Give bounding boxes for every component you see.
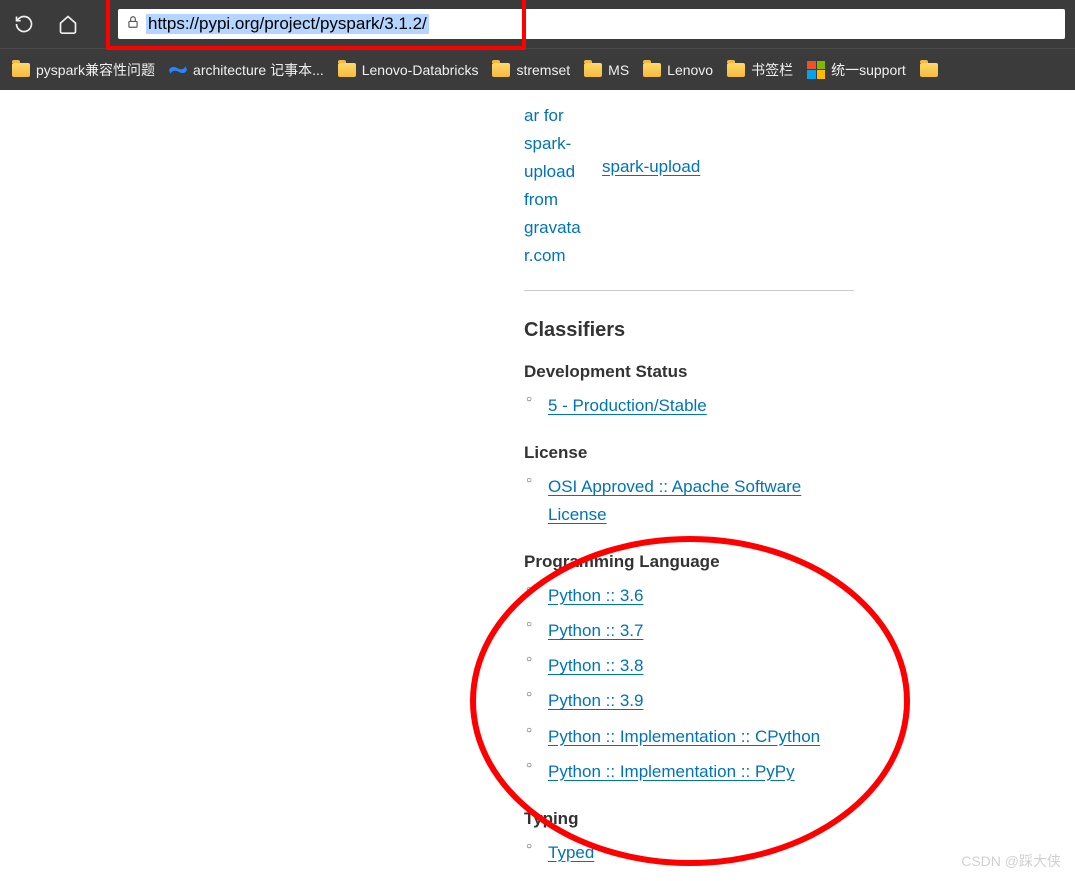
- bookmark-item[interactable]: architecture 记事本...: [169, 60, 324, 80]
- list-item: Python :: 3.6: [548, 578, 854, 613]
- list-item: Typed: [548, 835, 854, 870]
- classifier-list: OSI Approved :: Apache Software License: [524, 469, 854, 531]
- folder-icon: [492, 63, 510, 77]
- confluence-icon: [169, 61, 187, 79]
- list-item: Python :: 3.7: [548, 613, 854, 648]
- classifier-group-programming-language: Programming Language Python :: 3.6 Pytho…: [524, 552, 854, 789]
- classifier-title: Development Status: [524, 362, 854, 382]
- bookmarks-bar: pyspark兼容性问题 architecture 记事本... Lenovo-…: [0, 48, 1075, 90]
- bookmark-item[interactable]: Lenovo: [643, 62, 713, 78]
- section-divider: [524, 290, 854, 291]
- refresh-button[interactable]: [10, 10, 38, 38]
- list-item: OSI Approved :: Apache Software License: [548, 469, 854, 531]
- classifier-link[interactable]: Python :: 3.8: [548, 656, 643, 675]
- bookmark-label: MS: [608, 62, 629, 78]
- classifier-link[interactable]: Python :: Implementation :: CPython: [548, 727, 820, 746]
- browser-chrome: https://pypi.org/project/pyspark/3.1.2/ …: [0, 0, 1075, 90]
- bookmark-item-overflow[interactable]: [920, 63, 938, 77]
- classifier-list: Python :: 3.6 Python :: 3.7 Python :: 3.…: [524, 578, 854, 789]
- bookmark-item[interactable]: 统一support: [807, 60, 906, 80]
- lock-icon: [126, 15, 140, 34]
- classifier-title: Typing: [524, 809, 854, 829]
- classifier-list: Typed: [524, 835, 854, 870]
- bookmark-item[interactable]: Lenovo-Databricks: [338, 62, 479, 78]
- maintainer-section: ar for spark-upload from gravatar.com sp…: [524, 102, 854, 270]
- list-item: Python :: Implementation :: CPython: [548, 719, 854, 754]
- folder-icon: [920, 63, 938, 77]
- list-item: Python :: 3.8: [548, 648, 854, 683]
- classifier-link[interactable]: Python :: 3.9: [548, 691, 643, 710]
- content-column: ar for spark-upload from gravatar.com sp…: [524, 90, 854, 870]
- home-button[interactable]: [54, 10, 82, 38]
- classifier-group-license: License OSI Approved :: Apache Software …: [524, 443, 854, 531]
- bookmark-label: 统一support: [831, 60, 906, 80]
- url-text[interactable]: https://pypi.org/project/pyspark/3.1.2/: [146, 14, 429, 34]
- bookmark-label: 书签栏: [751, 60, 793, 80]
- classifier-link[interactable]: Python :: 3.7: [548, 621, 643, 640]
- bookmark-label: pyspark兼容性问题: [36, 60, 155, 80]
- classifier-link[interactable]: OSI Approved :: Apache Software License: [548, 477, 801, 523]
- bookmark-label: architecture 记事本...: [193, 60, 324, 80]
- avatar-alt-text: ar for spark-upload from gravatar.com: [524, 102, 584, 270]
- classifier-group-typing: Typing Typed: [524, 809, 854, 870]
- bookmark-label: Lenovo: [667, 62, 713, 78]
- url-bar[interactable]: https://pypi.org/project/pyspark/3.1.2/: [118, 9, 1065, 39]
- bookmark-item[interactable]: MS: [584, 62, 629, 78]
- classifiers-heading: Classifiers: [524, 319, 854, 342]
- list-item: Python :: 3.9: [548, 683, 854, 718]
- list-item: 5 - Production/Stable: [548, 388, 854, 423]
- bookmark-item[interactable]: stremset: [492, 62, 570, 78]
- classifier-link[interactable]: 5 - Production/Stable: [548, 396, 707, 415]
- folder-icon: [643, 63, 661, 77]
- url-bar-container: https://pypi.org/project/pyspark/3.1.2/: [118, 9, 1065, 39]
- folder-icon: [727, 63, 745, 77]
- browser-top-bar: https://pypi.org/project/pyspark/3.1.2/: [0, 0, 1075, 48]
- classifier-list: 5 - Production/Stable: [524, 388, 854, 423]
- bookmark-item[interactable]: pyspark兼容性问题: [12, 60, 155, 80]
- folder-icon: [584, 63, 602, 77]
- classifier-title: License: [524, 443, 854, 463]
- watermark: CSDN @踩大侠: [961, 851, 1061, 871]
- bookmark-label: Lenovo-Databricks: [362, 62, 479, 78]
- classifier-link[interactable]: Typed: [548, 843, 594, 862]
- list-item: Python :: Implementation :: PyPy: [548, 754, 854, 789]
- microsoft-icon: [807, 61, 825, 79]
- classifier-link[interactable]: Python :: Implementation :: PyPy: [548, 762, 795, 781]
- bookmark-label: stremset: [516, 62, 570, 78]
- classifier-link[interactable]: Python :: 3.6: [548, 586, 643, 605]
- bookmark-item[interactable]: 书签栏: [727, 60, 793, 80]
- folder-icon: [338, 63, 356, 77]
- page-content: ar for spark-upload from gravatar.com sp…: [0, 90, 1075, 870]
- folder-icon: [12, 63, 30, 77]
- classifier-group-dev-status: Development Status 5 - Production/Stable: [524, 362, 854, 423]
- maintainer-link[interactable]: spark-upload: [602, 157, 700, 177]
- classifier-title: Programming Language: [524, 552, 854, 572]
